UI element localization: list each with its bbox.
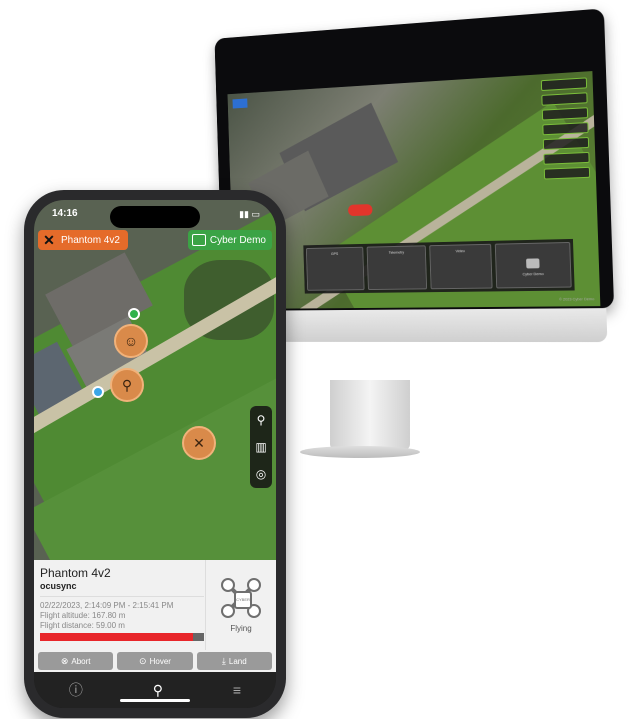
desktop-toolbar[interactable] [232, 98, 248, 109]
land-button[interactable]: ⤓ Land [196, 652, 272, 670]
desktop-sidebar-item[interactable] [542, 136, 590, 151]
waypoint-marker-icon[interactable]: ⚲ [110, 368, 144, 402]
desktop-sidebar-item[interactable] [541, 107, 589, 121]
desktop-sidebar-item[interactable] [542, 122, 589, 136]
map-controls: ⚲ ▥ ◎ [250, 406, 272, 488]
action-bar: ⊗ Abort ⊙ Hover ⤓ Land [34, 650, 276, 672]
map-view[interactable]: 14:16 ▮▮ ▭ ✕ Phantom 4v2 Cyber Demo ☺ ⚲ … [34, 200, 276, 560]
drone-marker-icon[interactable]: ✕ [182, 426, 216, 460]
flight-distance: Flight distance: 59.00 m [40, 621, 125, 630]
drone-icon: ✕ [43, 231, 55, 248]
desktop-sidebar-item[interactable] [540, 77, 588, 92]
hover-circle-icon: ⊙ [139, 655, 147, 666]
battery-progress-bar [40, 633, 204, 641]
drone-link-type: ocusync [40, 581, 77, 591]
signal-battery-icon: ▮▮ ▭ [239, 209, 260, 219]
location-pin-icon[interactable]: ⚲ [257, 413, 266, 427]
land-arrow-icon: ⤓ [221, 655, 226, 666]
drone-image-icon: CYBER [221, 577, 261, 618]
desktop-panel-card[interactable]: Video [429, 243, 493, 290]
drone-badge[interactable]: ✕ Phantom 4v2 [38, 230, 128, 250]
battery-progress-fill [40, 633, 193, 641]
phone-screen: 14:16 ▮▮ ▭ ✕ Phantom 4v2 Cyber Demo ☺ ⚲ … [34, 200, 276, 708]
divider [40, 596, 204, 597]
desktop-sidebar-item[interactable] [543, 151, 590, 165]
user-location-dot[interactable] [92, 386, 104, 398]
desktop-sidebar-item[interactable] [543, 166, 591, 180]
dynamic-island [110, 206, 200, 228]
hover-button[interactable]: ⊙ Hover [117, 652, 193, 670]
recenter-icon[interactable]: ◎ [256, 467, 266, 481]
abort-label: Abort [71, 656, 91, 666]
menu-icon[interactable]: ≡ [233, 682, 241, 698]
monitor-stand [330, 380, 410, 450]
drone-info-details: Phantom 4v2 ocusync 02/22/2023, 2:14:09 … [40, 566, 204, 641]
land-label: Land [228, 656, 247, 666]
flight-window: 02/22/2023, 2:14:09 PM - 2:15:41 PM [40, 601, 174, 610]
info-icon[interactable]: ⓘ [69, 680, 83, 700]
status-time: 14:16 [52, 208, 78, 219]
desktop-panel-card[interactable]: GPS [305, 246, 365, 291]
desktop-org-label: Cyber Demo [522, 270, 544, 276]
briefcase-icon [191, 234, 206, 246]
monitor-base [300, 446, 420, 458]
desktop-drone-marker[interactable] [347, 204, 373, 217]
desktop-panel-card[interactable]: Telemetry [366, 245, 428, 291]
drone-image-label: CYBER [234, 590, 252, 609]
flight-altitude: Flight altitude: 167.80 m [40, 611, 126, 620]
abort-button[interactable]: ⊗ Abort [38, 652, 114, 670]
desktop-org-card[interactable]: Cyber Demo [494, 241, 572, 289]
monitor-chin [229, 308, 608, 343]
phone-frame: 14:16 ▮▮ ▭ ✕ Phantom 4v2 Cyber Demo ☺ ⚲ … [24, 190, 286, 718]
map-pin-icon[interactable]: ⚲ [153, 682, 163, 699]
organization-label: Cyber Demo [209, 234, 266, 246]
pilot-marker-icon[interactable]: ☺ [114, 324, 148, 358]
desktop-sidebar [540, 77, 591, 198]
home-indicator [120, 699, 190, 702]
home-point-dot[interactable] [128, 308, 140, 320]
tab-bar: ⓘ ⚲ ≡ [34, 672, 276, 708]
drone-status-panel: CYBER Flying [205, 560, 276, 650]
map-layers-icon[interactable]: ▥ [255, 440, 266, 454]
desktop-sidebar-item[interactable] [541, 92, 588, 106]
drone-title: Phantom 4v2 [40, 566, 111, 580]
hover-label: Hover [149, 656, 171, 666]
drone-badge-label: Phantom 4v2 [61, 234, 120, 246]
x-circle-icon: ⊗ [60, 655, 69, 666]
drone-info-panel: Phantom 4v2 ocusync 02/22/2023, 2:14:09 … [34, 560, 276, 650]
flight-status: Flying [230, 623, 252, 633]
organization-badge[interactable]: Cyber Demo [187, 230, 272, 250]
briefcase-icon [525, 257, 540, 268]
desktop-info-panel: GPS Telemetry Video Cyber Demo [303, 238, 575, 294]
